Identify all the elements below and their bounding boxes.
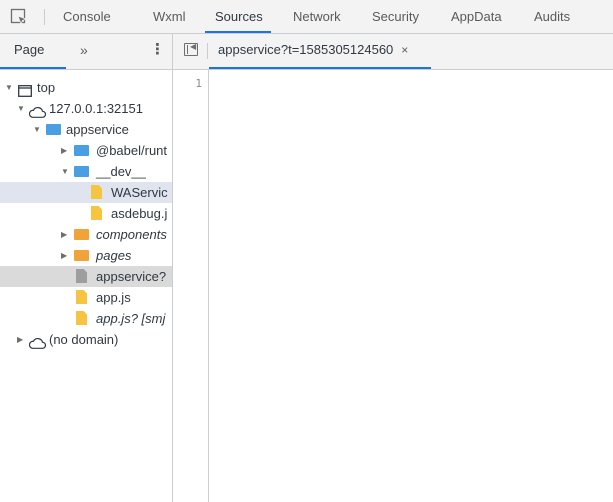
tree-item-components[interactable]: ▶ components xyxy=(0,224,172,245)
folder-icon xyxy=(74,145,89,156)
toggle-navigator-icon[interactable]: ◀ xyxy=(184,42,198,56)
cloud-icon xyxy=(28,334,47,350)
tree-item-app-js[interactable]: app.js xyxy=(0,287,172,308)
page-tab-indicator xyxy=(0,67,66,69)
file-icon xyxy=(91,206,102,220)
tree-item-label: __dev__ xyxy=(96,164,146,179)
file-tab-label: appservice?t=1585305124560 xyxy=(218,42,394,57)
folder-icon xyxy=(74,229,89,240)
tree-item-top[interactable]: ▼ top xyxy=(0,77,172,98)
tree-item-appservice[interactable]: ▼ appservice xyxy=(0,119,172,140)
tab-appdata[interactable]: AppData xyxy=(451,0,502,33)
file-icon xyxy=(76,311,87,325)
tree-item-waservice[interactable]: WAServic xyxy=(0,182,172,203)
tree-item-domain[interactable]: ▼ 127.0.0.1:32151 xyxy=(0,98,172,119)
file-icon xyxy=(91,185,102,199)
collapsed-triangle-icon[interactable]: ▶ xyxy=(17,329,27,350)
tree-item-label: pages xyxy=(96,248,132,263)
navigator-header: Page » ⋮ xyxy=(0,34,172,70)
tree-item-label: app.js? [smj xyxy=(96,311,166,326)
collapsed-triangle-icon[interactable]: ▶ xyxy=(61,245,71,266)
collapsed-triangle-icon[interactable]: ▶ xyxy=(61,140,71,161)
line-number: 1 xyxy=(195,77,202,90)
tab-page[interactable]: Page xyxy=(14,34,44,68)
tree-item-label: WAServic xyxy=(111,185,168,200)
tree-item-label: asdebug.j xyxy=(111,206,168,221)
tree-item-dev[interactable]: ▼ __dev__ xyxy=(0,161,172,182)
frame-icon xyxy=(18,82,32,98)
expand-triangle-icon[interactable]: ▼ xyxy=(17,98,27,119)
more-tabs-icon[interactable]: » xyxy=(80,34,88,68)
toolbar-divider xyxy=(44,9,45,25)
active-file-tab-indicator xyxy=(209,67,431,69)
tree-item-babel[interactable]: ▶ @babel/runt xyxy=(0,140,172,161)
tree-item-pages[interactable]: ▶ pages xyxy=(0,245,172,266)
line-number-gutter: 1 xyxy=(173,70,209,502)
tree-item-no-domain[interactable]: ▶ (no domain) xyxy=(0,329,172,350)
devtools-top-tabbar: Console Wxml Sources Network Security Ap… xyxy=(0,0,613,34)
tab-console[interactable]: Console xyxy=(63,0,111,33)
collapsed-triangle-icon[interactable]: ▶ xyxy=(61,224,71,245)
inspect-element-icon[interactable] xyxy=(10,8,28,26)
tree-item-label: top xyxy=(37,80,56,95)
tab-network[interactable]: Network xyxy=(293,0,341,33)
tree-item-label: app.js xyxy=(96,290,131,305)
tree-item-asdebug[interactable]: asdebug.j xyxy=(0,203,172,224)
code-editor[interactable] xyxy=(209,70,613,502)
close-icon[interactable]: × xyxy=(401,43,408,57)
file-icon xyxy=(76,269,87,283)
editor-tabbar: ◀ appservice?t=1585305124560 × xyxy=(173,34,613,70)
expand-triangle-icon[interactable]: ▼ xyxy=(61,161,71,182)
expand-triangle-icon[interactable]: ▼ xyxy=(5,77,15,98)
expand-triangle-icon[interactable]: ▼ xyxy=(33,119,43,140)
sources-navigator: Page » ⋮ ▼ top ▼ 127.0.0.1:32151 ▼ appse… xyxy=(0,34,173,502)
tree-item-label: components xyxy=(96,227,167,242)
cloud-icon xyxy=(28,103,47,119)
file-icon xyxy=(76,290,87,304)
toolbar-divider xyxy=(207,43,208,59)
folder-icon xyxy=(74,166,89,177)
active-tab-indicator xyxy=(205,31,271,33)
tree-item-app-js-sourcemap[interactable]: app.js? [smj xyxy=(0,308,172,329)
folder-icon xyxy=(46,124,61,135)
kebab-menu-icon[interactable]: ⋮ xyxy=(150,34,165,68)
tab-sources[interactable]: Sources xyxy=(215,0,263,33)
tab-audits[interactable]: Audits xyxy=(534,0,570,33)
tab-wxml[interactable]: Wxml xyxy=(153,0,186,33)
tree-item-label: 127.0.0.1:32151 xyxy=(49,101,143,116)
editor-file-tab[interactable]: appservice?t=1585305124560 × xyxy=(218,34,408,68)
tab-security[interactable]: Security xyxy=(372,0,419,33)
tree-item-label: @babel/runt xyxy=(96,143,168,158)
tree-item-appservice-file[interactable]: appservice? xyxy=(0,266,172,287)
folder-icon xyxy=(74,250,89,261)
tree-item-label: (no domain) xyxy=(49,332,119,347)
tree-item-label: appservice xyxy=(66,122,129,137)
tree-item-label: appservice? xyxy=(96,269,167,284)
